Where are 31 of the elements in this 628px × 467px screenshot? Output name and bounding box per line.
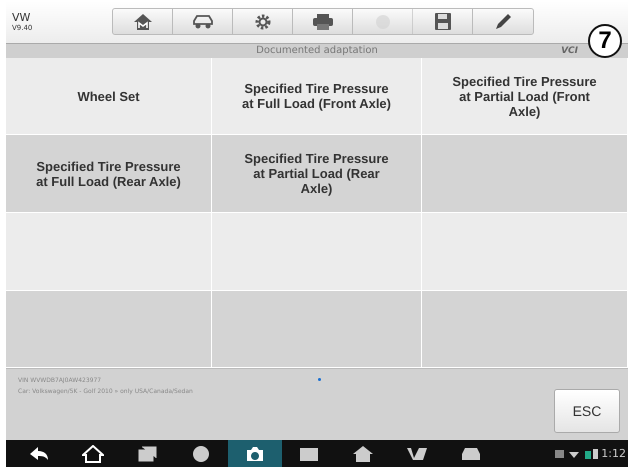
table-cell[interactable]: [422, 213, 628, 291]
table-cell[interactable]: [212, 213, 422, 291]
table-cell[interactable]: [422, 290, 628, 368]
table-cell[interactable]: [212, 290, 422, 368]
clock-text: 1:12: [601, 447, 626, 460]
settings-icon: [254, 12, 272, 31]
back-icon: [28, 444, 50, 462]
vci-logo: VCI: [561, 46, 578, 56]
camera-app-button[interactable]: [228, 440, 282, 467]
home-icon: [132, 12, 152, 31]
camera-icon: [244, 444, 266, 462]
esc-button[interactable]: ESC: [554, 389, 620, 434]
table-cell[interactable]: Specified Tire Pressure at Partial Load (Front Axle): [422, 58, 628, 136]
car-icon: [190, 12, 214, 31]
table-cell[interactable]: [6, 213, 212, 291]
table-cell[interactable]: Specified Tire Pressure at Full Load (Front Axle): [212, 58, 422, 136]
save-icon: [434, 13, 450, 30]
callout-badge: 7: [588, 24, 622, 58]
home-icon: [82, 444, 104, 462]
table-cell[interactable]: [6, 290, 212, 368]
brand-name: VW: [12, 11, 32, 24]
table-cell[interactable]: Specified Tire Pressure at Partial Load (Rear Axle): [212, 135, 422, 214]
screen-title: Documented adaptation: [256, 45, 378, 56]
pen-icon: [494, 12, 512, 31]
indicator-dot: [318, 378, 321, 382]
table-cell[interactable]: [422, 135, 628, 214]
recent-icon: [136, 444, 158, 462]
printer-icon: [312, 14, 334, 30]
table-cell[interactable]: Wheel Set: [6, 58, 212, 136]
status-icons: [555, 448, 600, 460]
table-cell[interactable]: Specified Tire Pressure at Full Load (Rear Axle): [6, 135, 212, 214]
